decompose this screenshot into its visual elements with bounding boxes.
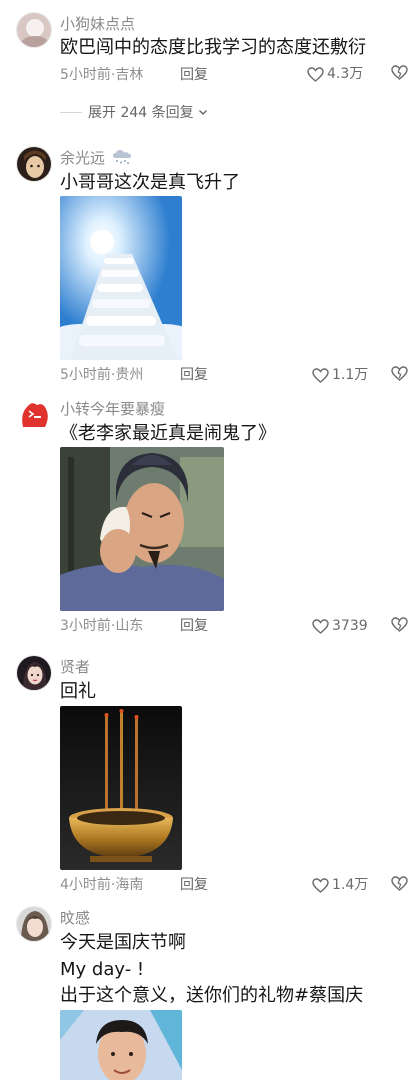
like-button[interactable]: 1.1万 bbox=[312, 365, 368, 385]
broken-heart-icon bbox=[391, 65, 408, 80]
like-count: 1.4万 bbox=[332, 877, 369, 893]
stairway-to-heaven-image bbox=[60, 196, 182, 360]
comment-image-stairway[interactable] bbox=[60, 196, 182, 360]
like-button[interactable]: 4.3万 bbox=[307, 64, 363, 84]
comment-image-photo[interactable] bbox=[60, 1010, 182, 1080]
dislike-button[interactable] bbox=[391, 65, 409, 83]
avatar[interactable] bbox=[16, 906, 52, 942]
comment-meta: 5小时前·贵州 bbox=[60, 367, 144, 383]
avatar[interactable] bbox=[16, 12, 52, 48]
comment-text: 小哥哥这次是真飞升了 bbox=[60, 172, 240, 193]
comment-username[interactable]: 余光远 bbox=[60, 149, 132, 167]
comment-username[interactable]: 小狗妹点点 bbox=[60, 15, 135, 33]
heart-outline-icon bbox=[307, 66, 324, 82]
avatar-image bbox=[17, 13, 51, 47]
expand-replies-button[interactable]: 展开 244 条回复 bbox=[60, 100, 209, 124]
avatar[interactable] bbox=[16, 397, 52, 433]
comment-meta: 4小时前·海南 bbox=[60, 877, 144, 893]
avatar[interactable] bbox=[16, 146, 52, 182]
comment-image-meme[interactable] bbox=[60, 447, 224, 611]
reply-button[interactable]: 回复 bbox=[180, 366, 208, 384]
comment-text-line: My day- ! bbox=[60, 959, 145, 980]
comment-text: 《老李家最近真是闹鬼了》 bbox=[60, 423, 276, 444]
heart-outline-icon bbox=[312, 877, 329, 893]
comment-image-incense[interactable] bbox=[60, 706, 182, 870]
chevron-down-icon bbox=[198, 110, 207, 115]
reply-button[interactable]: 回复 bbox=[180, 617, 208, 635]
broken-heart-icon bbox=[391, 366, 408, 381]
reply-button[interactable]: 回复 bbox=[180, 876, 208, 894]
comment-text-line: 出于这个意义，送你们的礼物#蔡国庆 bbox=[60, 985, 364, 1006]
comment-username[interactable]: 小转今年要暴瘦 bbox=[60, 400, 165, 418]
crying-man-meme-image bbox=[60, 447, 224, 611]
comment-item: 小狗妹点点 欧巴闯中的态度比我学习的态度还敷衍 5小时前·吉林 回复 4.3万 … bbox=[0, 0, 420, 130]
heart-outline-icon bbox=[312, 367, 329, 383]
comment-meta: 5小时前·吉林 bbox=[60, 67, 144, 83]
avatar-image bbox=[17, 907, 51, 941]
like-count: 1.1万 bbox=[332, 367, 369, 383]
like-button[interactable]: 3739 bbox=[312, 616, 368, 636]
expand-divider bbox=[60, 111, 82, 113]
snow-cloud-icon bbox=[112, 150, 131, 164]
comment-item: 旼感 今天是国庆节啊 My day- ! 出于这个意义，送你们的礼物#蔡国庆 bbox=[0, 902, 420, 1080]
like-count: 3739 bbox=[332, 618, 368, 634]
broken-heart-icon bbox=[391, 617, 408, 632]
comment-text: 回礼 bbox=[60, 681, 96, 702]
incense-burner-image bbox=[60, 706, 182, 870]
comment-meta: 3小时前·山东 bbox=[60, 618, 144, 634]
dislike-button[interactable] bbox=[391, 876, 409, 894]
comment-feed: 小狗妹点点 欧巴闯中的态度比我学习的态度还敷衍 5小时前·吉林 回复 4.3万 … bbox=[0, 0, 420, 1080]
reply-button[interactable]: 回复 bbox=[180, 66, 208, 84]
avatar[interactable] bbox=[16, 655, 52, 691]
dislike-button[interactable] bbox=[391, 366, 409, 384]
like-button[interactable]: 1.4万 bbox=[312, 875, 368, 895]
like-count: 4.3万 bbox=[327, 66, 364, 82]
heart-outline-icon bbox=[312, 618, 329, 634]
comment-text-line: 今天是国庆节啊 bbox=[60, 932, 186, 953]
avatar-image bbox=[17, 147, 51, 181]
comment-item: 小转今年要暴瘦 《老李家最近真是闹鬼了》 3小时前·山东 回复 3739 bbox=[0, 395, 420, 645]
comment-text: 欧巴闯中的态度比我学习的态度还敷衍 bbox=[60, 37, 366, 58]
comment-item: 贤者 回礼 4小时前·海南 回复 1.4万 bbox=[0, 652, 420, 897]
comment-username[interactable]: 贤者 bbox=[60, 658, 90, 676]
avatar-image bbox=[16, 397, 52, 433]
broken-heart-icon bbox=[391, 876, 408, 891]
comment-username[interactable]: 旼感 bbox=[60, 909, 90, 927]
avatar-image bbox=[17, 656, 51, 690]
comment-item: 余光远 小哥哥这次是真飞升了 5小时前·贵州 回复 1.1万 bbox=[0, 140, 420, 390]
expand-replies-label: 展开 244 条回复 bbox=[88, 105, 194, 121]
dislike-button[interactable] bbox=[391, 617, 409, 635]
man-portrait-image bbox=[60, 1010, 182, 1080]
